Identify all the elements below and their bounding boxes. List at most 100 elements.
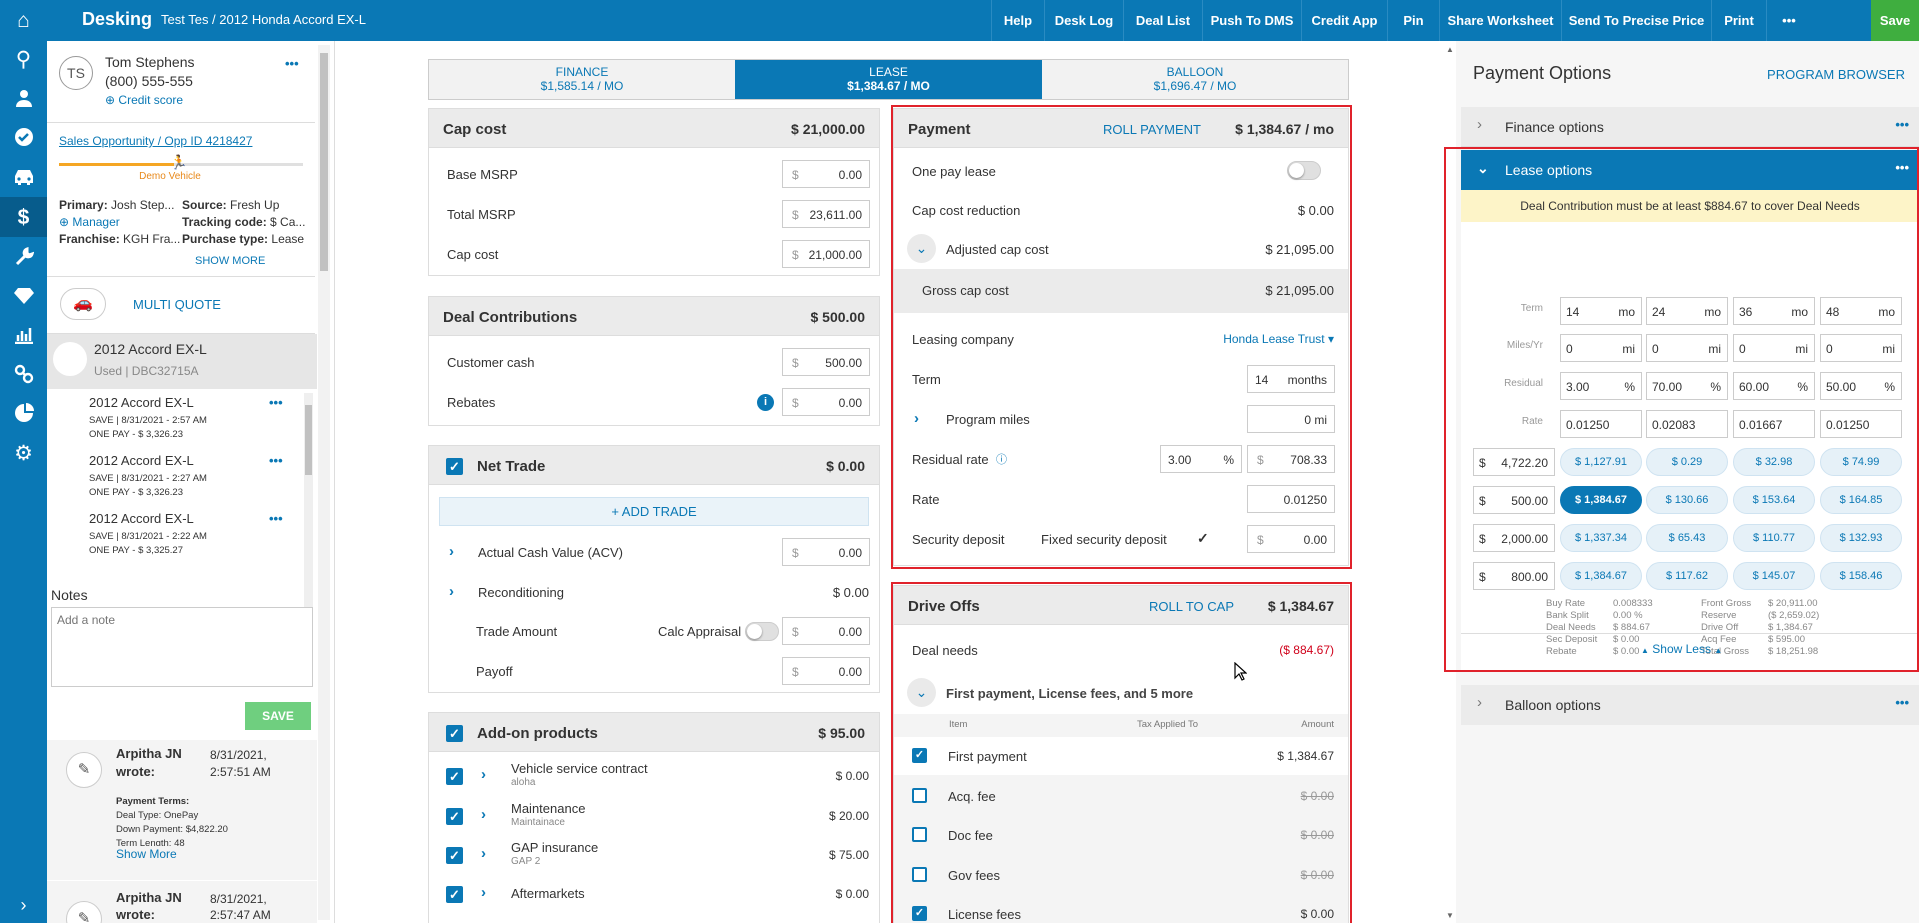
note-show-more-link[interactable]: Show More — [116, 847, 177, 861]
addons-checkbox[interactable]: ✓ — [446, 725, 463, 742]
tracking-value: $ Ca... — [270, 215, 306, 229]
multi-quote-button[interactable]: MULTI QUOTE — [133, 297, 221, 312]
customer-menu-icon[interactable]: ••• — [285, 56, 299, 71]
link-icon[interactable] — [0, 355, 47, 393]
push-to-dms-button[interactable]: Push To DMS — [1202, 0, 1301, 41]
note-time: 2:57:47 AM — [210, 908, 271, 922]
list-item[interactable]: 2012 Accord EX-L SAVE | 8/31/2021 - 2:27… — [47, 449, 307, 507]
addon-checkbox[interactable]: ✓ — [446, 808, 463, 825]
row-label: Total MSRP — [447, 207, 516, 222]
pin-button[interactable]: Pin — [1387, 0, 1439, 41]
credit-app-button[interactable]: Credit App — [1301, 0, 1387, 41]
show-more-link[interactable]: SHOW MORE — [195, 255, 265, 267]
note-input[interactable] — [51, 607, 313, 687]
addon-name: Aftermarkets — [511, 886, 585, 901]
currency-symbol: $ — [792, 665, 799, 679]
row-label: Cap cost — [447, 247, 499, 262]
calc-appraisal-toggle[interactable] — [745, 622, 779, 641]
vehicle-card[interactable]: 2012 Accord EX-L Used | DBC32715A — [47, 334, 317, 389]
gear-icon[interactable]: ⚙ — [0, 434, 47, 472]
balloon-options-menu-icon[interactable]: ••• — [1895, 695, 1909, 710]
note-wrote: wrote: — [116, 764, 155, 779]
input-value: 23,611.00 — [809, 208, 863, 222]
tab-label: FINANCE — [555, 65, 609, 79]
expand-icon[interactable]: › — [0, 886, 47, 923]
cap-cost-input[interactable]: $21,000.00 — [782, 240, 870, 268]
rebates-input[interactable]: $0.00 — [782, 388, 870, 416]
chevron-right-icon[interactable]: › — [449, 583, 454, 600]
net-trade-checkbox[interactable]: ✓ — [446, 458, 463, 475]
dollar-icon[interactable]: $ — [0, 197, 47, 237]
home-icon[interactable]: ⌂ — [0, 1, 47, 39]
trade-amount-input[interactable]: $0.00 — [782, 617, 870, 645]
car-icon[interactable] — [0, 158, 47, 196]
customer-cash-input[interactable]: $500.00 — [782, 348, 870, 376]
add-trade-button[interactable]: + ADD TRADE — [439, 497, 869, 526]
left-scrollbar[interactable] — [318, 45, 330, 920]
addon-checkbox[interactable]: ✓ — [446, 847, 463, 864]
tab-balloon[interactable]: BALLOON $1,696.47 / MO — [1042, 60, 1348, 99]
chevron-right-icon[interactable]: › — [481, 806, 486, 823]
deal-list-button[interactable]: Deal List — [1123, 0, 1202, 41]
opportunity-link[interactable]: Sales Opportunity / Opp ID 4218427 — [59, 134, 252, 148]
wrench-icon[interactable] — [0, 238, 47, 276]
chevron-right-icon[interactable]: › — [449, 543, 454, 560]
tab-finance[interactable]: FINANCE $1,585.14 / MO — [429, 60, 735, 99]
left-scroll-thumb[interactable] — [320, 53, 328, 271]
base-msrp-input[interactable]: $0.00 — [782, 160, 870, 188]
info-icon[interactable]: i — [757, 394, 774, 411]
pie-chart-icon[interactable] — [0, 394, 47, 432]
payoff-input[interactable]: $0.00 — [782, 657, 870, 685]
addon-value: $ 0.00 — [835, 887, 869, 901]
user-icon[interactable] — [0, 79, 47, 117]
source-label: Source: — [182, 198, 227, 212]
addon-checkbox[interactable]: ✓ — [446, 886, 463, 903]
finance-options-header[interactable]: › Finance options ••• — [1461, 107, 1919, 147]
addon-checkbox[interactable]: ✓ — [446, 768, 463, 785]
acv-input[interactable]: $0.00 — [782, 538, 870, 566]
help-button[interactable]: Help — [991, 0, 1044, 41]
deal-contributions-card: Deal Contributions $ 500.00 Customer cash… — [428, 296, 880, 426]
program-browser-button[interactable]: PROGRAM BROWSER — [1767, 67, 1905, 82]
saved-line1: SAVE | 8/31/2021 - 2:57 AM — [89, 415, 207, 426]
list-item[interactable]: 2012 Accord EX-L SAVE | 8/31/2021 - 2:22… — [47, 507, 307, 565]
save-note-button[interactable]: SAVE — [245, 702, 311, 730]
check-circle-icon[interactable] — [0, 118, 47, 156]
send-to-precise-price-button[interactable]: Send To Precise Price — [1561, 0, 1711, 41]
franchise-value: KGH Fra... — [123, 232, 181, 246]
list-scrollbar[interactable] — [304, 393, 313, 607]
balloon-options-label: Balloon options — [1505, 697, 1601, 713]
chevron-right-icon[interactable]: › — [481, 884, 486, 901]
finance-options-menu-icon[interactable]: ••• — [1895, 117, 1909, 132]
list-scroll-thumb[interactable] — [305, 405, 312, 475]
saved-menu-icon[interactable]: ••• — [269, 511, 283, 526]
plus-circle-icon: ⊕ — [59, 215, 70, 229]
top-bar: Desking Test Tes / 2012 Honda Accord EX-… — [47, 0, 1919, 41]
scroll-up-icon[interactable]: ▲ — [1446, 45, 1454, 54]
saved-quotes-list: 2012 Accord EX-L SAVE | 8/31/2021 - 2:57… — [47, 391, 315, 609]
desk-log-button[interactable]: Desk Log — [1044, 0, 1123, 41]
note-item: ✎ Arpitha JN wrote: 8/31/2021, 2:57:47 A… — [47, 881, 317, 923]
chevron-right-icon[interactable]: › — [481, 766, 486, 783]
acv-label: Actual Cash Value (ACV) — [478, 545, 623, 560]
search-icon[interactable]: ⚲ — [0, 40, 47, 78]
diamond-icon[interactable] — [0, 277, 47, 315]
balloon-options-header[interactable]: › Balloon options ••• — [1461, 685, 1919, 725]
more-menu-button[interactable]: ••• — [1766, 0, 1811, 41]
manager-link[interactable]: ⊕ Manager — [59, 215, 120, 229]
bar-chart-icon[interactable] — [0, 316, 47, 354]
tab-label: BALLOON — [1166, 65, 1224, 79]
scroll-down-icon[interactable]: ▼ — [1446, 911, 1454, 920]
save-button[interactable]: Save — [1871, 0, 1919, 41]
tab-lease[interactable]: LEASE $1,384.67 / MO — [735, 60, 1042, 99]
chevron-right-icon[interactable]: › — [481, 845, 486, 862]
multi-car-icon: 🚗 — [60, 288, 106, 320]
card-title: Cap cost — [443, 121, 507, 138]
list-item[interactable]: 2012 Accord EX-L SAVE | 8/31/2021 - 2:57… — [47, 391, 307, 449]
print-button[interactable]: Print — [1711, 0, 1766, 41]
saved-menu-icon[interactable]: ••• — [269, 395, 283, 410]
total-msrp-input[interactable]: $23,611.00 — [782, 200, 870, 228]
credit-score-link[interactable]: ⊕ Credit score — [105, 93, 183, 107]
share-worksheet-button[interactable]: Share Worksheet — [1439, 0, 1561, 41]
saved-menu-icon[interactable]: ••• — [269, 453, 283, 468]
